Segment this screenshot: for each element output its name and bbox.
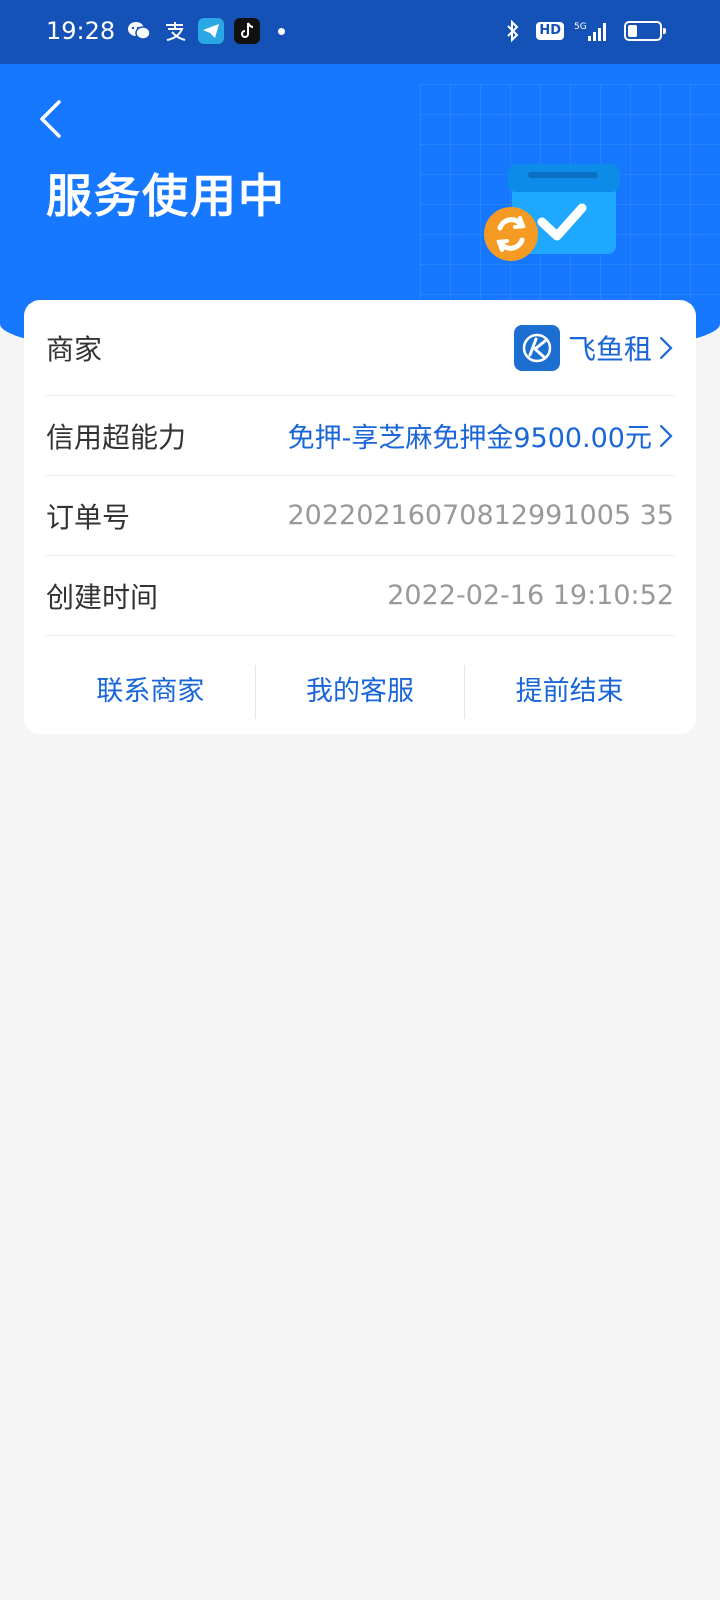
customer-service-button[interactable]: 我的客服 <box>256 665 465 719</box>
signal-5g-icon: 5G <box>574 18 608 44</box>
alipay-icon <box>162 18 188 44</box>
merchant-row[interactable]: 商家 飞鱼租 <box>46 300 674 396</box>
tiktok-icon <box>234 18 260 44</box>
notification-dot <box>278 27 285 35</box>
merchant-label: 商家 <box>46 332 103 366</box>
battery-icon <box>624 21 666 41</box>
telegram-icon <box>198 18 224 44</box>
bluetooth-icon <box>500 18 526 44</box>
back-button[interactable] <box>30 94 70 144</box>
credit-value[interactable]: 免押-享芝麻免押金9500.00元 <box>288 416 674 455</box>
created-time-row: 创建时间 2022-02-16 19:10:52 <box>46 556 674 636</box>
order-number-row: 订单号 20220216070812991005 35 <box>46 476 674 556</box>
status-icons-left <box>126 18 285 44</box>
status-bar: 19:28 HD 5G <box>0 0 720 64</box>
service-info-card: 商家 飞鱼租 信用超能力 免押-享芝麻免押金9500.00元 订单号 20220… <box>24 300 696 734</box>
order-number-value: 20220216070812991005 35 <box>287 500 674 531</box>
credit-label: 信用超能力 <box>46 420 187 454</box>
page-title: 服务使用中 <box>46 169 286 223</box>
credit-text: 免押-享芝麻免押金9500.00元 <box>287 423 652 454</box>
merchant-value[interactable]: 飞鱼租 <box>513 324 674 371</box>
created-time-label: 创建时间 <box>46 580 159 614</box>
wechat-icon <box>126 18 152 44</box>
chevron-left-icon <box>40 100 61 138</box>
status-icons-right: HD 5G <box>500 18 666 44</box>
card-actions: 联系商家 我的客服 提前结束 <box>46 636 674 748</box>
chevron-right-icon <box>658 423 674 449</box>
svg-text:5G: 5G <box>574 22 587 32</box>
order-number-label: 订单号 <box>46 500 131 534</box>
end-early-button[interactable]: 提前结束 <box>465 665 674 719</box>
merchant-name: 飞鱼租 <box>567 332 652 366</box>
status-time: 19:28 <box>46 17 116 45</box>
chevron-right-icon <box>658 335 674 361</box>
contact-merchant-button[interactable]: 联系商家 <box>46 665 255 719</box>
credit-row[interactable]: 信用超能力 免押-享芝麻免押金9500.00元 <box>46 396 674 476</box>
merchant-logo <box>513 324 560 371</box>
created-time-value: 2022-02-16 19:10:52 <box>387 580 674 611</box>
hd-icon: HD <box>536 22 564 40</box>
